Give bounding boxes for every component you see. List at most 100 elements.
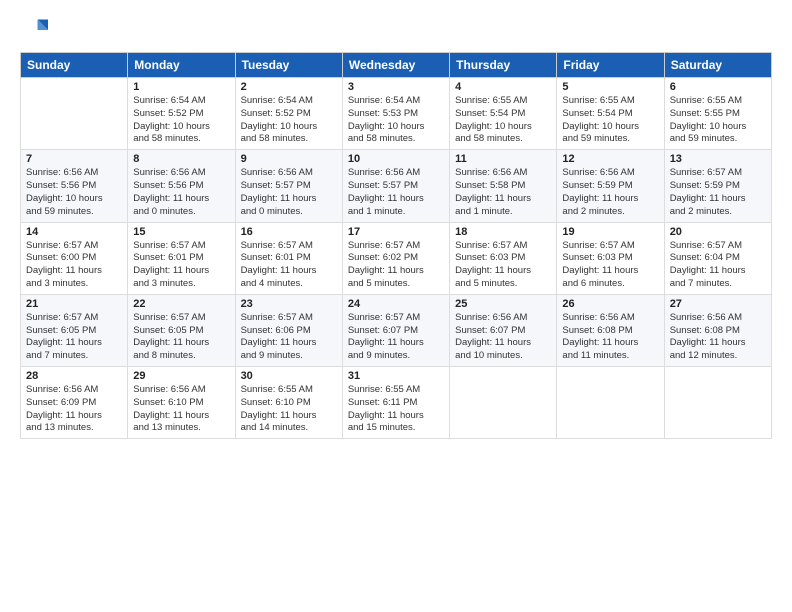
day-number: 2	[241, 81, 337, 93]
day-info: Sunrise: 6:57 AMSunset: 5:59 PMDaylight:…	[670, 167, 766, 218]
day-info: Sunrise: 6:56 AMSunset: 5:57 PMDaylight:…	[241, 167, 337, 218]
day-info: Sunrise: 6:55 AMSunset: 5:54 PMDaylight:…	[562, 95, 658, 146]
weekday-header: Saturday	[664, 53, 771, 78]
day-number: 23	[241, 298, 337, 310]
day-number: 21	[26, 298, 122, 310]
day-number: 28	[26, 370, 122, 382]
day-info: Sunrise: 6:55 AMSunset: 6:10 PMDaylight:…	[241, 384, 337, 435]
day-info: Sunrise: 6:57 AMSunset: 6:03 PMDaylight:…	[455, 240, 551, 291]
calendar-cell: 23 Sunrise: 6:57 AMSunset: 6:06 PMDayligh…	[235, 294, 342, 366]
calendar-cell: 12 Sunrise: 6:56 AMSunset: 5:59 PMDayligh…	[557, 150, 664, 222]
day-info: Sunrise: 6:56 AMSunset: 5:56 PMDaylight:…	[26, 167, 122, 218]
header	[20, 16, 772, 44]
day-info: Sunrise: 6:54 AMSunset: 5:52 PMDaylight:…	[241, 95, 337, 146]
calendar-cell: 4 Sunrise: 6:55 AMSunset: 5:54 PMDaylight…	[450, 78, 557, 150]
calendar-cell: 31 Sunrise: 6:55 AMSunset: 6:11 PMDayligh…	[342, 367, 449, 439]
day-info: Sunrise: 6:56 AMSunset: 5:56 PMDaylight:…	[133, 167, 229, 218]
calendar-cell	[450, 367, 557, 439]
weekday-header: Thursday	[450, 53, 557, 78]
calendar-cell: 10 Sunrise: 6:56 AMSunset: 5:57 PMDayligh…	[342, 150, 449, 222]
calendar-cell: 7 Sunrise: 6:56 AMSunset: 5:56 PMDaylight…	[21, 150, 128, 222]
day-number: 30	[241, 370, 337, 382]
day-number: 15	[133, 226, 229, 238]
weekday-header: Monday	[128, 53, 235, 78]
day-number: 16	[241, 226, 337, 238]
day-info: Sunrise: 6:57 AMSunset: 6:03 PMDaylight:…	[562, 240, 658, 291]
day-info: Sunrise: 6:55 AMSunset: 5:54 PMDaylight:…	[455, 95, 551, 146]
day-info: Sunrise: 6:56 AMSunset: 6:09 PMDaylight:…	[26, 384, 122, 435]
calendar-cell: 1Sunrise: 6:54 AMSunset: 5:52 PMDaylight…	[128, 78, 235, 150]
day-number: 14	[26, 226, 122, 238]
calendar-week-row: 7 Sunrise: 6:56 AMSunset: 5:56 PMDaylight…	[21, 150, 772, 222]
day-number: 31	[348, 370, 444, 382]
day-number: 20	[670, 226, 766, 238]
day-number: 29	[133, 370, 229, 382]
day-number: 5	[562, 81, 658, 93]
day-info: Sunrise: 6:56 AMSunset: 6:10 PMDaylight:…	[133, 384, 229, 435]
day-info: Sunrise: 6:55 AMSunset: 6:11 PMDaylight:…	[348, 384, 444, 435]
calendar-cell: 24 Sunrise: 6:57 AMSunset: 6:07 PMDayligh…	[342, 294, 449, 366]
calendar-cell: 3 Sunrise: 6:54 AMSunset: 5:53 PMDaylight…	[342, 78, 449, 150]
calendar-cell: 21Sunrise: 6:57 AMSunset: 6:05 PMDayligh…	[21, 294, 128, 366]
day-info: Sunrise: 6:56 AMSunset: 6:08 PMDaylight:…	[670, 312, 766, 363]
weekday-header: Friday	[557, 53, 664, 78]
day-number: 24	[348, 298, 444, 310]
calendar-cell: 28 Sunrise: 6:56 AMSunset: 6:09 PMDayligh…	[21, 367, 128, 439]
day-number: 25	[455, 298, 551, 310]
calendar-cell: 20 Sunrise: 6:57 AMSunset: 6:04 PMDayligh…	[664, 222, 771, 294]
calendar-week-row: 28 Sunrise: 6:56 AMSunset: 6:09 PMDayligh…	[21, 367, 772, 439]
calendar-cell: 17Sunrise: 6:57 AMSunset: 6:02 PMDayligh…	[342, 222, 449, 294]
calendar-cell	[557, 367, 664, 439]
day-number: 4	[455, 81, 551, 93]
calendar-cell: 26Sunrise: 6:56 AMSunset: 6:08 PMDayligh…	[557, 294, 664, 366]
calendar-week-row: 1Sunrise: 6:54 AMSunset: 5:52 PMDaylight…	[21, 78, 772, 150]
calendar-cell: 14 Sunrise: 6:57 AMSunset: 6:00 PMDayligh…	[21, 222, 128, 294]
day-number: 3	[348, 81, 444, 93]
day-info: Sunrise: 6:54 AMSunset: 5:53 PMDaylight:…	[348, 95, 444, 146]
calendar-cell	[664, 367, 771, 439]
day-number: 9	[241, 153, 337, 165]
day-info: Sunrise: 6:57 AMSunset: 6:06 PMDaylight:…	[241, 312, 337, 363]
day-number: 17	[348, 226, 444, 238]
day-number: 19	[562, 226, 658, 238]
calendar-cell: 9 Sunrise: 6:56 AMSunset: 5:57 PMDaylight…	[235, 150, 342, 222]
calendar-cell: 29 Sunrise: 6:56 AMSunset: 6:10 PMDayligh…	[128, 367, 235, 439]
logo	[20, 16, 52, 44]
day-info: Sunrise: 6:56 AMSunset: 6:08 PMDaylight:…	[562, 312, 658, 363]
calendar-cell: 15 Sunrise: 6:57 AMSunset: 6:01 PMDayligh…	[128, 222, 235, 294]
calendar-cell: 5 Sunrise: 6:55 AMSunset: 5:54 PMDaylight…	[557, 78, 664, 150]
day-number: 22	[133, 298, 229, 310]
day-number: 11	[455, 153, 551, 165]
day-number: 6	[670, 81, 766, 93]
day-info: Sunrise: 6:57 AMSunset: 6:05 PMDaylight:…	[133, 312, 229, 363]
day-info: Sunrise: 6:57 AMSunset: 6:01 PMDaylight:…	[133, 240, 229, 291]
page: SundayMondayTuesdayWednesdayThursdayFrid…	[0, 0, 792, 612]
day-info: Sunrise: 6:57 AMSunset: 6:00 PMDaylight:…	[26, 240, 122, 291]
calendar-cell: 25 Sunrise: 6:56 AMSunset: 6:07 PMDayligh…	[450, 294, 557, 366]
day-number: 7	[26, 153, 122, 165]
logo-icon	[20, 16, 48, 44]
day-info: Sunrise: 6:57 AMSunset: 6:04 PMDaylight:…	[670, 240, 766, 291]
day-number: 10	[348, 153, 444, 165]
calendar-cell: 8 Sunrise: 6:56 AMSunset: 5:56 PMDaylight…	[128, 150, 235, 222]
calendar-week-row: 14 Sunrise: 6:57 AMSunset: 6:00 PMDayligh…	[21, 222, 772, 294]
day-info: Sunrise: 6:56 AMSunset: 6:07 PMDaylight:…	[455, 312, 551, 363]
day-info: Sunrise: 6:57 AMSunset: 6:07 PMDaylight:…	[348, 312, 444, 363]
calendar-cell: 16 Sunrise: 6:57 AMSunset: 6:01 PMDayligh…	[235, 222, 342, 294]
day-number: 13	[670, 153, 766, 165]
day-number: 27	[670, 298, 766, 310]
day-info: Sunrise: 6:57 AMSunset: 6:01 PMDaylight:…	[241, 240, 337, 291]
day-info: Sunrise: 6:56 AMSunset: 5:59 PMDaylight:…	[562, 167, 658, 218]
calendar-cell	[21, 78, 128, 150]
calendar-week-row: 21 Sunrise: 6:57 AMSunset: 6:05 PMDayligh…	[21, 294, 772, 366]
day-info: Sunrise: 6:56 AMSunset: 5:57 PMDaylight:…	[348, 167, 444, 218]
calendar-cell: 22 Sunrise: 6:57 AMSunset: 6:05 PMDayligh…	[128, 294, 235, 366]
calendar-cell: 30 Sunrise: 6:55 AMSunset: 6:10 PMDayligh…	[235, 367, 342, 439]
calendar-cell: 18Sunrise: 6:57 AMSunset: 6:03 PMDayligh…	[450, 222, 557, 294]
day-number: 12	[562, 153, 658, 165]
day-info: Sunrise: 6:56 AMSunset: 5:58 PMDaylight:…	[455, 167, 551, 218]
weekday-header: Sunday	[21, 53, 128, 78]
day-number: 8	[133, 153, 229, 165]
calendar-cell: 6Sunrise: 6:55 AMSunset: 5:55 PMDaylight…	[664, 78, 771, 150]
weekday-header: Tuesday	[235, 53, 342, 78]
